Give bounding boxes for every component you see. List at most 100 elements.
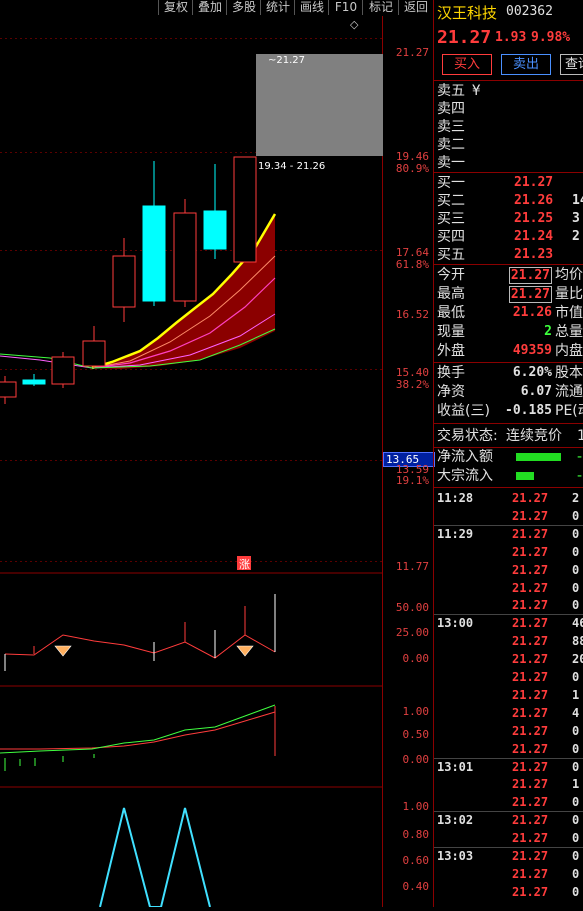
sell-button[interactable]: 卖出	[501, 54, 551, 75]
bid-row-2: 买三 21.25 3	[434, 210, 583, 228]
toolbar-button-6[interactable]: 标记	[362, 0, 399, 15]
trade-status-label: 交易状态:	[437, 428, 498, 444]
tick-row: 21.27 0	[434, 829, 583, 847]
tick-volume: 0	[572, 849, 580, 863]
flow-bar	[516, 453, 561, 461]
candle-body-0	[0, 381, 17, 398]
bid-label: 买三	[437, 211, 465, 227]
ask-label: 卖四	[437, 101, 465, 117]
tick-row: 21.27 1	[434, 775, 583, 793]
toolbar-button-4[interactable]: 画线	[294, 0, 329, 15]
tick-price: 21.27	[512, 777, 549, 791]
tick-volume: 0	[572, 795, 580, 809]
macd-axis-label-1: 0.50	[402, 728, 430, 741]
bid-volume: 2	[572, 229, 580, 244]
tick-row: 21.27 0	[434, 596, 583, 614]
stat2-row-1: 净资 6.07 流通	[434, 383, 583, 401]
axis-label-4: 61.8%	[395, 258, 429, 271]
tick-volume: 0	[572, 724, 580, 738]
macd-dif	[0, 704, 276, 754]
tick-volume: 0	[572, 598, 580, 612]
tick-price: 21.27	[512, 491, 549, 505]
flow-label: 大宗流入	[437, 468, 493, 484]
stat-value: 49359	[512, 343, 552, 358]
stat-label: 现量	[437, 324, 465, 340]
stat-value: 2	[544, 324, 552, 339]
axis-label-2: 80.9%	[395, 162, 429, 175]
tick-volume: 0	[572, 813, 580, 827]
bid-label: 买四	[437, 229, 465, 245]
candle-body-5	[142, 205, 166, 302]
candle-body-7	[203, 210, 227, 250]
tick-row: 21.27 0	[434, 865, 583, 883]
tick-volume: 1	[572, 688, 580, 702]
tick-price: 21.27	[512, 706, 549, 720]
tick-row: 21.27 0	[434, 543, 583, 561]
toolbar-button-1[interactable]: 叠加	[192, 0, 227, 15]
toolbar-button-3[interactable]: 统计	[260, 0, 295, 15]
bid-row-0: 买一 21.27	[434, 174, 583, 192]
tick-row: 13:00 21.27 46	[434, 614, 583, 632]
last-price: 21.27	[437, 27, 492, 48]
bid-volume: 3	[572, 211, 580, 226]
kline-chart[interactable]: ~21.27 19.34 - 21.26 涨	[0, 16, 383, 908]
candle-body-4	[112, 255, 136, 308]
bid-price: 21.23	[514, 247, 554, 262]
vol-axis-label-0: 50.00	[395, 601, 429, 614]
kdj-line	[99, 807, 211, 908]
flow-row-1: 大宗流入 -	[434, 467, 583, 485]
bid-price: 21.26	[514, 193, 554, 208]
kdj-axis-label-1: 0.80	[402, 828, 430, 841]
tick-volume: 0	[572, 545, 580, 559]
chart-toolbar: 复权 叠加 多股 统计 画线 F10 标记 返回 ◇	[0, 0, 433, 31]
vol-axis-label-2: 0.00	[402, 652, 430, 665]
toolbar-button-0[interactable]: 复权	[158, 0, 193, 15]
ask-label: 卖一	[437, 155, 465, 171]
stat2-label: 换手	[437, 365, 465, 381]
tick-time: 13:03	[437, 849, 474, 863]
macd-dea	[0, 711, 276, 750]
buy-button[interactable]: 买入	[442, 54, 492, 75]
tick-row: 21.27 0	[434, 579, 583, 597]
tick-volume: 0	[572, 867, 580, 881]
stat-label: 外盘	[437, 343, 465, 359]
range-top-label: ~21.27	[268, 55, 305, 66]
tick-row: 11:28 21.27 2	[434, 489, 583, 507]
bid-row-1: 买二 21.26 14	[434, 192, 583, 210]
stat2-value: 6.07	[520, 384, 552, 399]
tick-row: 21.27 0	[434, 507, 583, 525]
toolbar-button-7[interactable]: 返回	[398, 0, 433, 15]
stat2-value: -0.185	[505, 403, 552, 418]
vol-line	[4, 634, 276, 659]
bid-row-3: 买四 21.24 2	[434, 228, 583, 246]
bid-label: 买五	[437, 247, 465, 263]
stat-label-2: 总量	[555, 324, 583, 340]
flow-value: -	[577, 449, 583, 465]
diamond-signal-icon-1	[236, 645, 254, 657]
bid-price: 21.24	[514, 229, 554, 244]
tick-price: 21.27	[512, 563, 549, 577]
trade-status-extra: 1	[577, 428, 583, 444]
toolbar-button-5[interactable]: F10	[328, 0, 363, 15]
tick-price: 21.27	[512, 527, 549, 541]
tick-volume: 88	[572, 634, 583, 648]
stat-label-2: 量比	[555, 286, 583, 302]
tick-row: 21.27 0	[434, 740, 583, 758]
query-button[interactable]: 查询	[560, 54, 583, 75]
tick-time: 11:29	[437, 527, 474, 541]
flow-label: 净流入额	[437, 449, 493, 465]
tick-row: 21.27 0	[434, 722, 583, 740]
stat2-row-0: 换手 6.20% 股本	[434, 364, 583, 382]
ask-row-3: 卖二	[434, 136, 583, 154]
range-label: 19.34 - 21.26	[258, 161, 325, 172]
tick-row: 21.27 0	[434, 668, 583, 686]
diamond-signal-icon-0	[54, 645, 72, 657]
axis-label-10: 19.1%	[395, 474, 429, 487]
tick-row: 13:01 21.27 0	[434, 758, 583, 776]
bid-volume: 14	[572, 193, 583, 208]
tick-row: 11:29 21.27 0	[434, 525, 583, 543]
toolbar-button-2[interactable]: 多股	[226, 0, 261, 15]
ask-row-4: 卖一	[434, 154, 583, 172]
stat2-label-2: PE(动	[555, 403, 583, 419]
stat-value: 21.27	[508, 267, 552, 284]
